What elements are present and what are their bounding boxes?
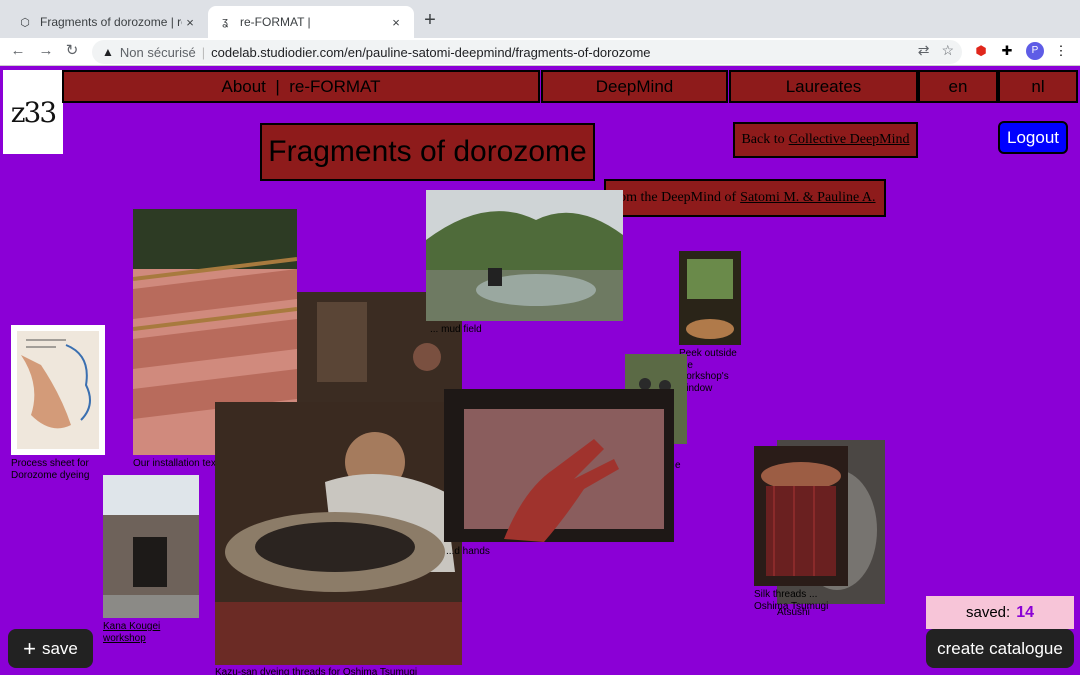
nav-lang-en[interactable]: en — [918, 70, 998, 103]
caption-kazu: Kazu-san dyeing threads for Oshima Tsumu… — [215, 667, 418, 675]
caption-atsushi: Atsushi — [777, 607, 810, 618]
logout-button[interactable]: Logout — [998, 121, 1068, 154]
save-button[interactable]: + save — [8, 629, 93, 668]
bookmark-star-icon[interactable]: ☆ — [941, 42, 954, 59]
back-to-collective-button[interactable]: Back to Collective DeepMind — [733, 122, 918, 158]
authors-link[interactable]: Satomi M. & Pauline A. — [740, 190, 875, 206]
plus-icon: + — [23, 635, 36, 661]
extensions-puzzle-icon[interactable]: ✚ — [998, 42, 1016, 60]
browser-tab-bar: ⬡ Fragments of dorozome | re-FO × ʓ re-F… — [0, 0, 1080, 38]
nav-laureates[interactable]: Laureates — [729, 70, 918, 103]
translate-icon[interactable]: ⇄ — [918, 42, 930, 59]
process-sheet-photo[interactable] — [11, 325, 105, 455]
window-peek-photo[interactable] — [679, 251, 741, 345]
profile-avatar[interactable]: P — [1026, 42, 1044, 60]
site-favicon-icon: ⬡ — [20, 16, 30, 29]
mud-field-photo[interactable] — [426, 190, 623, 321]
tab-title: re-FORMAT | — [240, 15, 311, 29]
caption-process-sheet: Process sheet for Dorozome dyeing — [11, 458, 90, 481]
dyed-hands-photo[interactable] — [444, 389, 674, 542]
close-tab-icon[interactable]: × — [388, 15, 404, 30]
warning-icon: ▲ — [102, 45, 114, 59]
forward-arrow-icon[interactable]: → — [36, 41, 56, 61]
address-bar: ← → ↻ ▲ Non sécurisé | codelab.studiodie… — [0, 38, 1080, 66]
nav-deepmind[interactable]: DeepMind — [541, 70, 728, 103]
kazu-dyeing-photo[interactable] — [215, 402, 462, 665]
kana-workshop-photo[interactable] — [103, 475, 199, 618]
save-label: save — [41, 638, 78, 658]
silk-threads-photo[interactable] — [754, 446, 848, 586]
url-separator: | — [201, 44, 206, 60]
collective-deepmind-link[interactable]: Collective DeepMind — [789, 132, 910, 148]
saved-label: saved: — [966, 604, 1011, 621]
caption-small: e — [675, 460, 681, 471]
nav-lang-nl[interactable]: nl — [998, 70, 1078, 103]
site-favicon-icon: ʓ — [222, 16, 228, 28]
url-input[interactable]: ▲ Non sécurisé | codelab.studiodier.com/… — [92, 40, 962, 64]
new-tab-button[interactable]: + — [420, 9, 440, 32]
browser-tab-reformat[interactable]: ʓ re-FORMAT | × — [208, 6, 414, 38]
from-deepmind-label: rom the DeepMind of Satomi M. & Pauline … — [604, 179, 886, 217]
back-prefix: Back to — [741, 132, 785, 147]
caption-kana-link[interactable]: Kana Kougei workshop — [103, 621, 183, 644]
create-catalogue-button[interactable]: create catalogue — [926, 629, 1074, 668]
page-title: Fragments of dorozome — [260, 123, 595, 181]
nav-about-label: About | re-FORMAT — [221, 76, 381, 96]
browser-tab-fragments[interactable]: ⬡ Fragments of dorozome | re-FO × — [8, 6, 208, 38]
tab-title: Fragments of dorozome | re-FO — [40, 15, 182, 29]
caption-hands: ...d hands — [446, 546, 490, 557]
nav-about-reformat[interactable]: About | re-FORMAT — [62, 70, 540, 103]
reload-icon[interactable]: ↻ — [62, 41, 82, 61]
back-arrow-icon[interactable]: ← — [8, 41, 28, 61]
caption-mud-field: ... mud field — [430, 324, 482, 335]
caption-peek: Peek outside the workshop's window — [679, 348, 737, 394]
url-text: codelab.studiodier.com/en/pauline-satomi… — [211, 44, 651, 60]
menu-dots-icon[interactable]: ⋮ — [1052, 42, 1070, 60]
insecure-label: Non sécurisé — [119, 44, 196, 60]
adblock-extension-icon[interactable]: ⬢ — [972, 42, 990, 60]
from-prefix: rom the DeepMind of — [614, 190, 737, 205]
close-tab-icon[interactable]: × — [182, 15, 198, 30]
saved-count: 14 — [1016, 603, 1034, 621]
z33-logo[interactable]: z33 — [3, 70, 63, 154]
saved-counter: saved: 14 — [926, 596, 1074, 629]
